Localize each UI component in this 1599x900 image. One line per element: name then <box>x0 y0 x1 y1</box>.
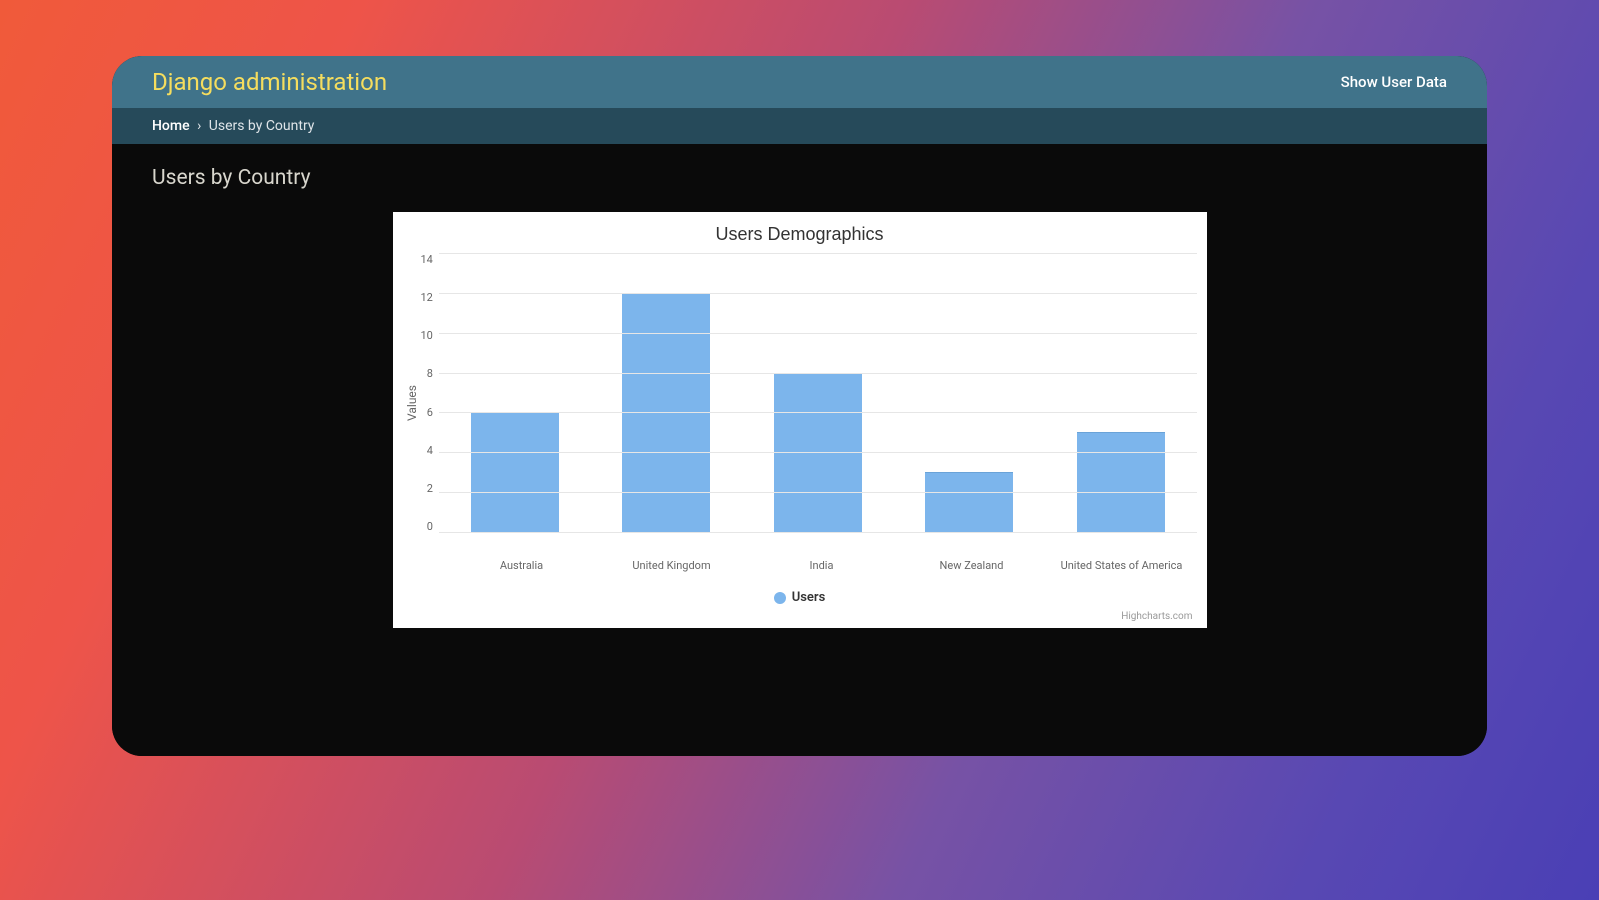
gridline <box>439 532 1197 533</box>
chart-body: Values 14 12 10 8 6 4 2 0 <box>403 253 1197 553</box>
x-tick-label: Australia <box>447 559 597 572</box>
gridline <box>439 452 1197 453</box>
page-title: Users by Country <box>152 166 1447 190</box>
legend-label: Users <box>792 590 826 605</box>
bar-slot <box>590 253 742 532</box>
chart-bar[interactable] <box>471 412 559 532</box>
gridline <box>439 253 1197 254</box>
chart-credit[interactable]: Highcharts.com <box>403 611 1197 622</box>
bar-slot <box>893 253 1045 532</box>
y-tick-label: 4 <box>427 444 433 457</box>
breadcrumb: Home › Users by Country <box>112 108 1487 144</box>
chart-container: Users Demographics Values 14 12 10 8 6 4 2 0 Au… <box>393 212 1207 628</box>
site-title[interactable]: Django administration <box>152 68 387 96</box>
y-axis-ticks: 14 12 10 8 6 4 2 0 <box>421 253 439 533</box>
x-tick-label: New Zealand <box>897 559 1047 572</box>
chart-bar[interactable] <box>1077 432 1165 532</box>
chart-bars <box>439 253 1197 532</box>
y-tick-label: 10 <box>421 329 433 342</box>
x-tick-label: United Kingdom <box>597 559 747 572</box>
gridline <box>439 373 1197 374</box>
x-axis-ticks: AustraliaUnited KingdomIndiaNew ZealandU… <box>447 559 1197 572</box>
gridline <box>439 412 1197 413</box>
y-tick-label: 14 <box>421 253 433 266</box>
chart-title: Users Demographics <box>403 224 1197 245</box>
legend-swatch-icon <box>774 592 786 604</box>
bar-slot <box>439 253 591 532</box>
breadcrumb-home-link[interactable]: Home <box>152 118 190 134</box>
header-bar: Django administration Show User Data <box>112 56 1487 108</box>
gridline <box>439 293 1197 294</box>
x-tick-label: United States of America <box>1047 559 1197 572</box>
x-axis-row: AustraliaUnited KingdomIndiaNew ZealandU… <box>403 553 1197 572</box>
bar-slot <box>1045 253 1197 532</box>
x-tick-label: India <box>747 559 897 572</box>
y-axis-label: Values <box>403 385 421 421</box>
y-tick-label: 2 <box>427 482 433 495</box>
chart-legend[interactable]: Users <box>403 590 1197 605</box>
show-user-data-link[interactable]: Show User Data <box>1341 73 1447 91</box>
content-area: Users by Country Users Demographics Valu… <box>112 144 1487 756</box>
y-tick-label: 8 <box>427 367 433 380</box>
y-tick-label: 12 <box>421 291 433 304</box>
breadcrumb-current: Users by Country <box>209 118 315 134</box>
chart-bar[interactable] <box>925 472 1013 532</box>
bar-slot <box>742 253 894 532</box>
admin-panel: Django administration Show User Data Hom… <box>112 56 1487 756</box>
chart-plot-area <box>439 253 1197 533</box>
y-tick-label: 6 <box>427 406 433 419</box>
gridline <box>439 492 1197 493</box>
breadcrumb-separator: › <box>197 118 201 134</box>
gridline <box>439 333 1197 334</box>
y-tick-label: 0 <box>427 520 433 533</box>
